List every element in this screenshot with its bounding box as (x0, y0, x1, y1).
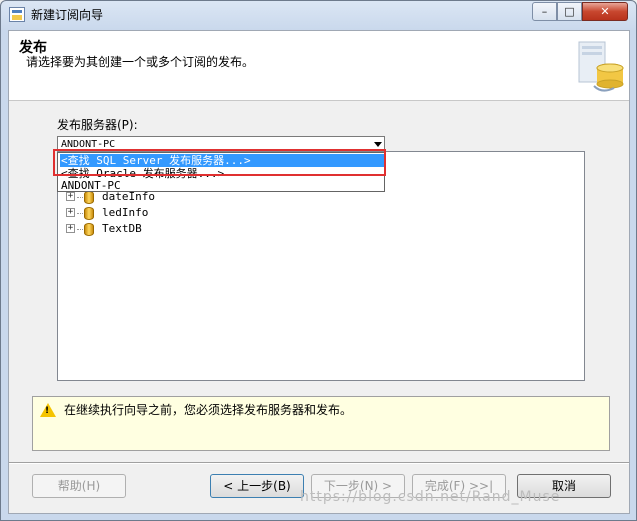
message-panel: ! 在继续执行向导之前，您必须选择发布服务器和发布。 (32, 396, 610, 451)
wizard-app-icon (9, 7, 25, 22)
warning-mark: ! (45, 406, 50, 416)
back-button[interactable]: < 上一步(B) (210, 474, 304, 498)
tree-item-label: ledInfo (102, 206, 149, 219)
option-andont-pc[interactable]: ANDONT-PC (60, 179, 384, 192)
database-icon (84, 207, 94, 220)
separator (9, 462, 629, 464)
watermark: https://blog.csdn.net/Rand_Muse (300, 489, 561, 505)
help-button[interactable]: 帮助(H) (32, 474, 126, 498)
tree-item-label: TextDB (102, 222, 142, 235)
database-icon (84, 191, 94, 204)
annotation-highlight-box (53, 149, 386, 176)
maximize-button[interactable]: □ (557, 2, 582, 21)
page-subtitle: 请选择要为其创建一个或多个订阅的发布。 (26, 55, 255, 69)
minimize-button[interactable]: – (532, 2, 557, 21)
publisher-label: 发布服务器(P): (57, 118, 138, 132)
expand-icon[interactable]: + (66, 208, 75, 217)
database-wizard-icon (578, 41, 624, 92)
window-title: 新建订阅向导 (31, 8, 104, 22)
expand-icon[interactable]: + (66, 192, 75, 201)
database-icon (84, 223, 94, 236)
dropdown-arrow-icon[interactable] (374, 142, 382, 147)
message-text: 在继续执行向导之前，您必须选择发布服务器和发布。 (64, 403, 353, 417)
expand-icon[interactable]: + (66, 224, 75, 233)
close-button[interactable]: ✕ (582, 2, 628, 21)
